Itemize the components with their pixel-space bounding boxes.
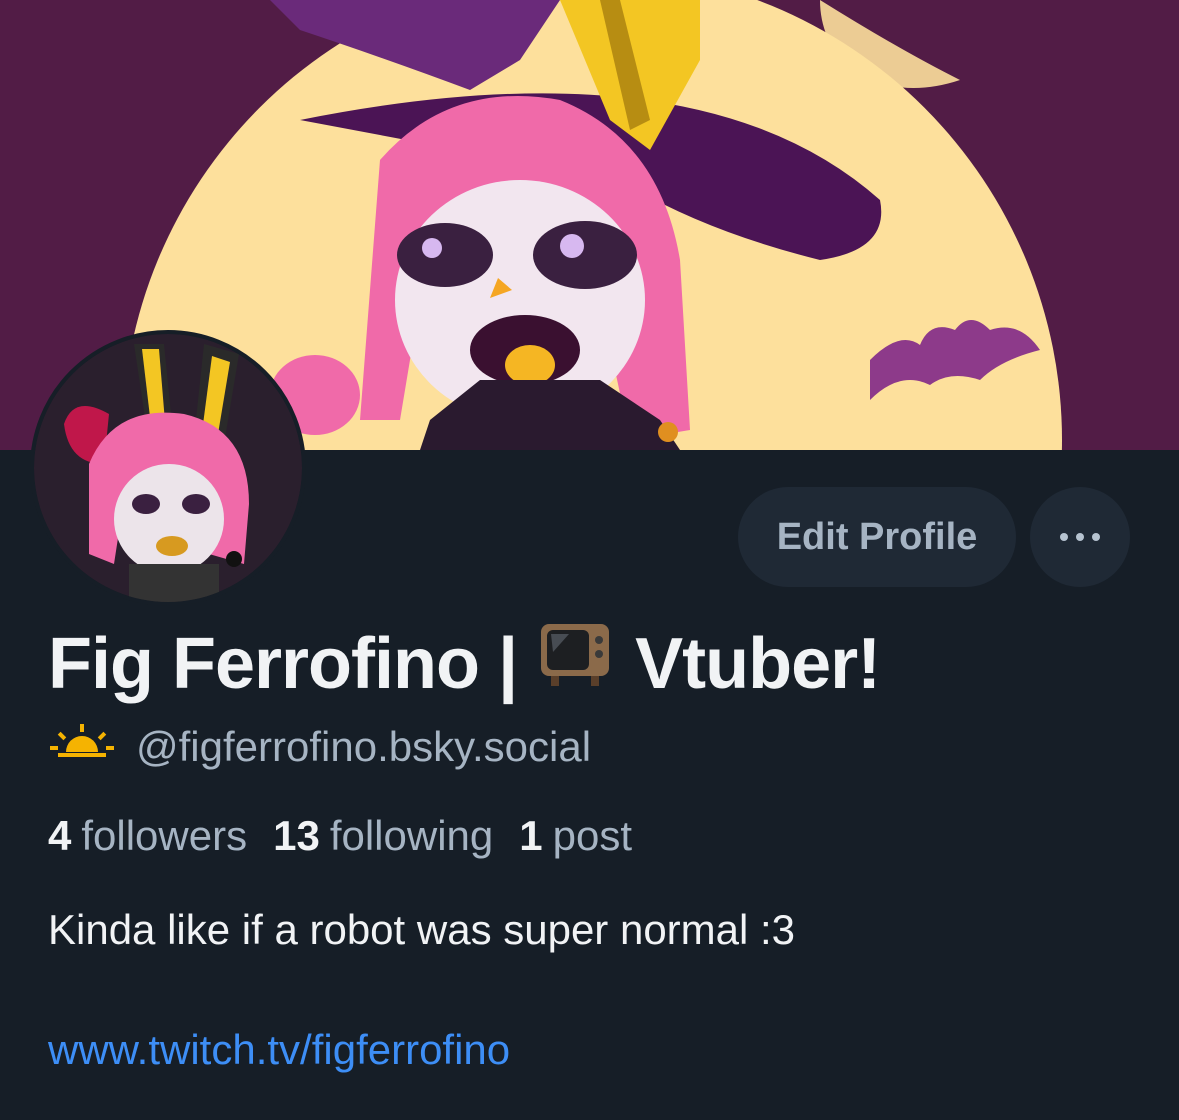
posts-label: post (552, 812, 632, 859)
display-name-left: Fig Ferrofino | (48, 623, 518, 704)
following-stat[interactable]: 13 following (273, 812, 493, 860)
followers-stat[interactable]: 4 followers (48, 812, 247, 860)
handle-row: @figferrofino.bsky.social (50, 722, 591, 772)
ellipsis-icon-dot (1092, 533, 1100, 541)
posts-count: 1 (519, 812, 543, 859)
followers-label: followers (81, 812, 248, 859)
more-options-button[interactable] (1030, 487, 1130, 587)
display-name: Fig Ferrofino | Vtuber! (48, 622, 881, 705)
profile-handle[interactable]: @figferrofino.bsky.social (136, 723, 591, 771)
profile-stats: 4 followers 13 following 1 post (48, 812, 658, 860)
ellipsis-icon-dot (1076, 533, 1084, 541)
profile-bio: Kinda like if a robot was super normal :… (48, 906, 796, 953)
sunrise-icon (50, 722, 114, 772)
display-name-right: Vtuber! (635, 623, 881, 704)
ellipsis-icon (1060, 533, 1068, 541)
following-count: 13 (273, 812, 320, 859)
television-icon (539, 622, 611, 705)
profile-link[interactable]: www.twitch.tv/figferrofino (48, 1026, 510, 1074)
followers-count: 4 (48, 812, 72, 859)
edit-profile-button[interactable]: Edit Profile (738, 487, 1016, 587)
profile-avatar[interactable] (30, 330, 306, 606)
posts-stat: 1 post (519, 812, 632, 860)
following-label: following (329, 812, 494, 859)
